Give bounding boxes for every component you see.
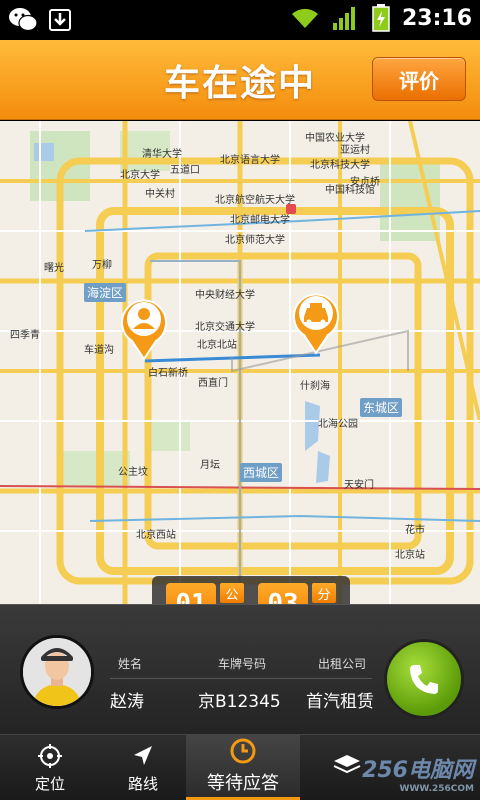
taxi-pin-icon[interactable] — [290, 291, 342, 355]
passenger-pin-icon[interactable] — [118, 297, 170, 361]
driver-panel: 姓名 车牌号码 出租公司 赵涛 京B12345 首汽租赁 — [0, 604, 480, 734]
map-label-shichahai: 什刹海 — [300, 381, 330, 392]
map-label-tiananmen: 天安门 — [344, 480, 374, 491]
rate-button[interactable]: 评价 — [372, 57, 466, 101]
map-label-tsinghua: 清华大学 — [142, 149, 182, 160]
map-label-zhongguancun: 中关村 — [145, 189, 175, 200]
map-label-wanliu: 万柳 — [92, 260, 112, 271]
arrow-icon — [134, 745, 152, 765]
map-label-beijing-north: 北京北站 — [197, 340, 237, 351]
map-label-xizhimen: 西直门 — [198, 378, 228, 389]
nav-waiting-label: 等待应答 — [207, 773, 279, 794]
crosshair-icon — [38, 743, 62, 768]
title-bar: 车在途中 评价 — [0, 40, 480, 120]
watermark: 256电脑网 WWW.256COM — [362, 752, 474, 794]
driver-avatar-icon — [23, 638, 91, 706]
map-label-beijing-station: 北京站 — [395, 550, 425, 561]
wechat-icon — [9, 8, 38, 32]
plate-number: 京B12345 — [198, 692, 281, 712]
map-label-yayuncun: 亚运村 — [340, 145, 370, 156]
nav-locate-label: 定位 — [34, 774, 65, 793]
layers-icon — [333, 755, 361, 774]
bottom-nav: 定位 路线 等待应答 256电脑网 WWW.256COM — [0, 734, 480, 800]
signal-icon — [332, 7, 355, 30]
map-label-xicheng: 西城区 — [240, 463, 283, 482]
driver-name: 赵涛 — [110, 692, 144, 712]
map-label-wudaokou: 五道口 — [170, 165, 200, 176]
map-label-bupt: 北京邮电大学 — [230, 215, 290, 226]
map-label-chedaogou: 车道沟 — [84, 345, 114, 356]
map-label-blcu: 北京语言大学 — [220, 155, 280, 166]
map-label-yuetan: 月坛 — [200, 460, 220, 471]
map-label-sijiqing: 四季青 — [10, 330, 40, 341]
clock-icon — [230, 738, 256, 764]
call-driver-button[interactable] — [384, 639, 464, 719]
download-icon — [49, 9, 71, 31]
nav-route-label: 路线 — [127, 774, 158, 793]
company-name: 首汽租赁 — [306, 692, 374, 712]
map-label-beihai: 北海公园 — [318, 419, 358, 430]
company-label: 出租公司 — [318, 657, 367, 671]
map-label-ustb: 北京科技大学 — [310, 160, 370, 171]
map-view[interactable]: 清华大学 北京大学 北京语言大学 五道口 中关村 中国农业大学 北京航空航天大学… — [0, 121, 480, 607]
map-label-cufe: 中央财经大学 — [195, 290, 255, 301]
map-label-pku: 北京大学 — [120, 170, 160, 181]
map-label-baishi: 白石新桥 — [148, 368, 188, 379]
plate-label: 车牌号码 — [218, 657, 267, 671]
phone-icon — [410, 665, 438, 694]
distance-unit-char1: 公 — [220, 583, 244, 603]
map-label-bnu: 北京师范大学 — [225, 235, 285, 246]
panel-divider — [110, 678, 372, 679]
nav-route[interactable]: 路线 — [100, 735, 186, 800]
map-label-shuguang: 曙光 — [44, 263, 64, 274]
map-label-beihang: 北京航空航天大学 — [215, 195, 295, 206]
map-label-beijing-west: 北京西站 — [136, 530, 176, 541]
map-label-dongcheng: 东城区 — [360, 398, 403, 417]
nav-waiting[interactable]: 等待应答 — [186, 735, 300, 800]
map-label-huashi: 花市 — [405, 525, 425, 536]
nav-locate[interactable]: 定位 — [0, 735, 100, 800]
wifi-icon — [291, 8, 318, 28]
minutes-unit-char1: 分 — [312, 583, 336, 603]
watermark-text: 256电脑网 — [362, 758, 474, 783]
driver-name-label: 姓名 — [118, 657, 143, 671]
driver-avatar — [20, 635, 94, 709]
map-label-bjtu: 北京交通大学 — [195, 322, 255, 333]
battery-charging-icon — [372, 4, 390, 32]
status-clock: 23:16 — [401, 5, 472, 31]
map-label-anzhen: 安贞桥 — [350, 177, 380, 188]
watermark-sub: WWW.256COM — [399, 784, 474, 794]
status-bar: 23:16 — [0, 0, 480, 40]
map-label-gongzhufen: 公主坟 — [118, 467, 148, 478]
